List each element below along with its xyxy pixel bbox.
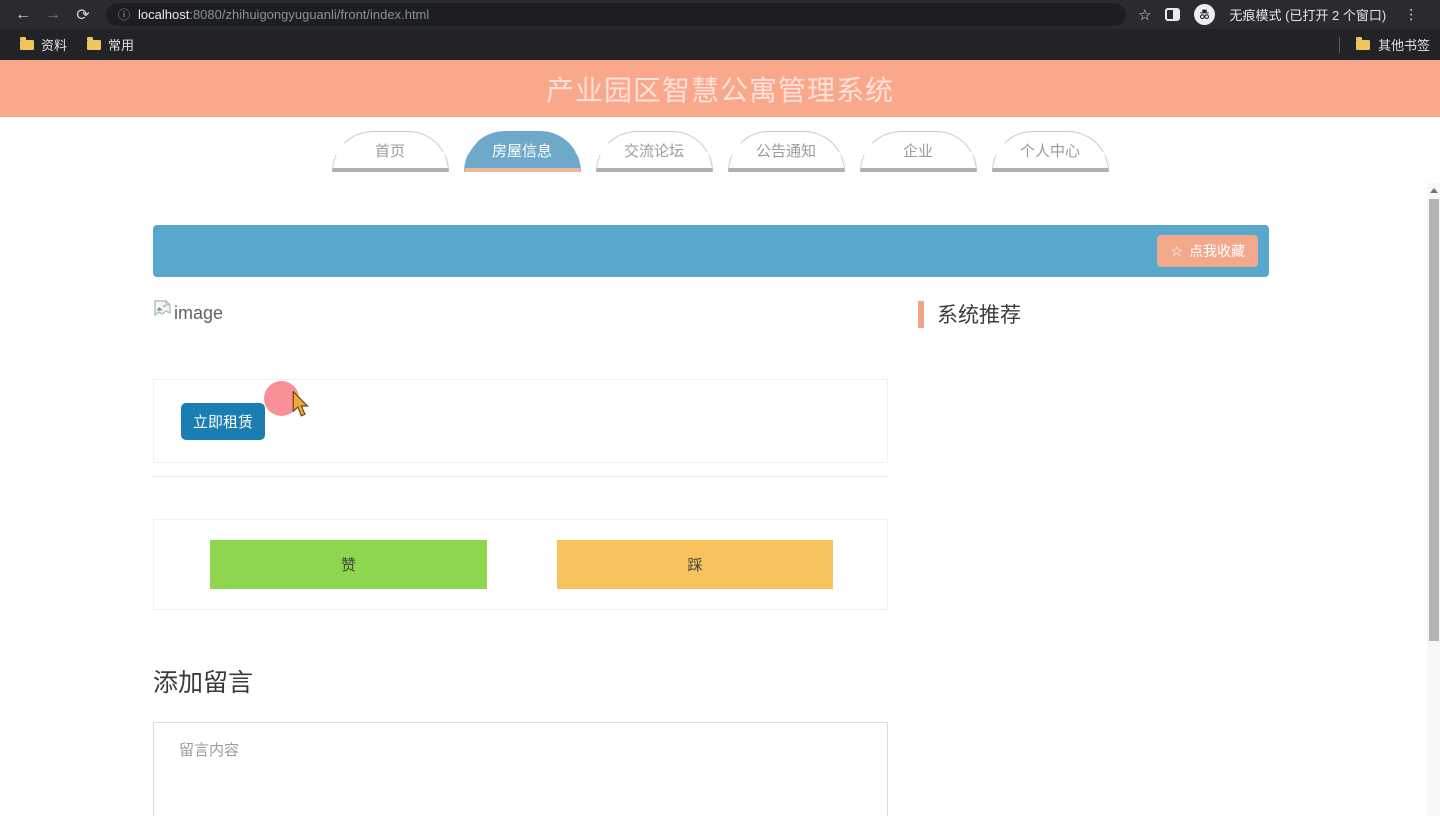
vote-panel: 赞 踩 xyxy=(153,519,888,610)
rent-action-panel: 立即租赁 xyxy=(153,379,888,463)
incognito-window-count: 无痕模式 (已打开 2 个窗口) xyxy=(1229,8,1387,23)
side-panel-icon[interactable] xyxy=(1165,8,1181,21)
recommend-title: 系统推荐 xyxy=(937,304,1021,327)
collect-button[interactable]: ☆ 点我收藏 xyxy=(1157,235,1258,267)
message-content-input[interactable] xyxy=(153,722,888,816)
folder-icon xyxy=(20,37,34,50)
nav-tab-5[interactable]: 企业 xyxy=(859,131,977,172)
nav-tab-label: 企业 xyxy=(902,142,933,160)
page-info-icon[interactable]: ⓘ xyxy=(118,6,130,23)
dislike-button[interactable]: 踩 xyxy=(557,540,833,589)
refresh-icon[interactable]: ⟳ xyxy=(68,5,98,25)
recommend-section-header: 系统推荐 xyxy=(918,299,1021,329)
scrollbar-thumb[interactable] xyxy=(1428,199,1439,641)
nav-tab-2[interactable]: 房屋信息 xyxy=(463,131,581,172)
rent-now-button[interactable]: 立即租赁 xyxy=(181,403,265,440)
broken-image-alt-text: image xyxy=(174,303,224,323)
like-button[interactable]: 赞 xyxy=(210,540,487,589)
nav-tab-6[interactable]: 个人中心 xyxy=(991,131,1109,172)
address-bar[interactable]: ⓘ localhost:8080/zhihuigongyuguanli/fron… xyxy=(106,3,1126,26)
house-image-broken: image xyxy=(153,299,223,324)
site-title: 产业园区智慧公寓管理系统 xyxy=(545,74,894,106)
nav-tab-label: 交流论坛 xyxy=(623,142,684,160)
site-header: 产业园区智慧公寓管理系统 xyxy=(0,60,1440,117)
browser-menu-icon[interactable]: ⋮ xyxy=(1404,6,1418,23)
nav-tab-label: 公告通知 xyxy=(755,142,816,160)
bookmark-item-2[interactable]: 常用 xyxy=(87,35,134,54)
url-host: localhost xyxy=(138,7,190,22)
bookmarks-bar: 资料 常用 其他书签 xyxy=(0,29,1440,60)
nav-tab-3[interactable]: 交流论坛 xyxy=(595,131,713,172)
bookmark-label: 常用 xyxy=(108,38,135,53)
section-divider xyxy=(153,476,888,477)
nav-tab-label: 首页 xyxy=(374,142,405,160)
nav-tab-label: 房屋信息 xyxy=(491,142,552,160)
page-scrollbar[interactable] xyxy=(1427,183,1440,816)
incognito-glyph xyxy=(1200,9,1210,20)
url-path: :8080/zhihuigongyuguanli/front/index.htm… xyxy=(189,7,430,22)
folder-icon xyxy=(87,37,102,50)
broken-image-icon xyxy=(154,299,172,317)
recommend-accent-bar xyxy=(918,300,924,328)
nav-tab-1[interactable]: 首页 xyxy=(331,131,449,172)
browser-toolbar: ← → ⟳ ⓘ localhost:8080/zhihuigongyuguanl… xyxy=(0,0,1440,29)
main-nav: 首页 房屋信息 交流论坛 公告通知 企业 个人中心 xyxy=(0,131,1440,172)
scroll-up-arrow-icon[interactable] xyxy=(1427,183,1440,197)
bookmark-label: 资料 xyxy=(41,38,68,53)
back-icon[interactable]: ← xyxy=(8,6,38,24)
collect-button-label: 点我收藏 xyxy=(1189,243,1245,259)
other-bookmarks-button[interactable]: 其他书签 xyxy=(1378,35,1430,54)
bookmark-item-1[interactable]: 资料 xyxy=(20,35,67,54)
collect-star-icon: ☆ xyxy=(1170,242,1183,259)
house-title-banner: ☆ 点我收藏 xyxy=(153,225,1269,277)
add-message-title: 添加留言 xyxy=(153,669,254,697)
forward-icon[interactable]: → xyxy=(38,6,68,24)
incognito-icon xyxy=(1194,4,1216,25)
nav-tab-4[interactable]: 公告通知 xyxy=(727,131,845,172)
folder-icon xyxy=(1355,37,1370,50)
nav-tab-label: 个人中心 xyxy=(1019,142,1080,160)
bookmark-star-icon[interactable]: ☆ xyxy=(1138,6,1151,24)
bookmarks-divider xyxy=(1338,36,1340,53)
